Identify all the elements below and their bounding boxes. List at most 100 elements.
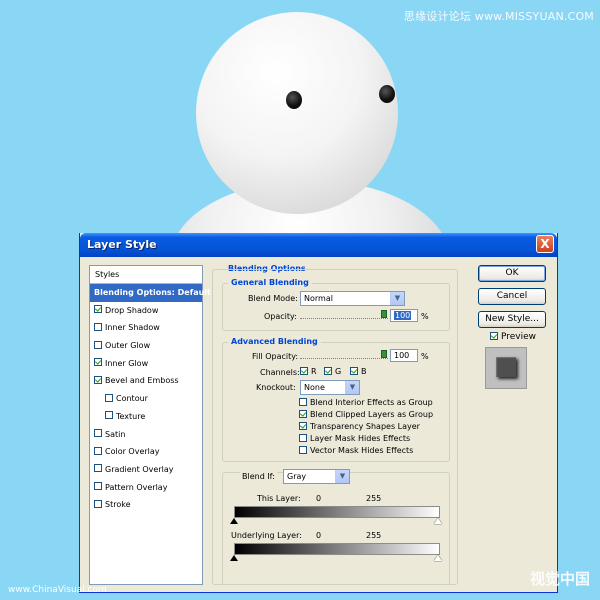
style-item[interactable]: Color Overlay bbox=[90, 443, 202, 461]
dialog-titlebar[interactable]: Layer Style X bbox=[80, 233, 557, 257]
blend-interior-effects-checkbox[interactable]: Blend Interior Effects as Group bbox=[299, 397, 433, 407]
checkbox-icon[interactable] bbox=[94, 305, 102, 314]
ok-button[interactable]: OK bbox=[478, 265, 546, 282]
style-item[interactable]: Drop Shadow bbox=[90, 302, 202, 320]
underlying-layer-gradient bbox=[234, 543, 440, 555]
blend-mode-select[interactable]: Normal ▼ bbox=[300, 291, 405, 306]
style-item-label: Pattern Overlay bbox=[105, 482, 168, 492]
styles-list: Styles Blending Options: Default Drop Sha… bbox=[89, 265, 211, 585]
style-item-label: Outer Glow bbox=[105, 341, 151, 351]
blend-mode-value: Normal bbox=[304, 294, 333, 303]
checkbox-icon bbox=[350, 366, 358, 375]
style-item[interactable]: Stroke bbox=[90, 496, 202, 514]
chevron-down-icon: ▼ bbox=[335, 470, 349, 483]
this-layer-black-handle[interactable] bbox=[230, 518, 238, 524]
blend-mode-label: Blend Mode: bbox=[248, 294, 298, 303]
checkbox-icon[interactable] bbox=[94, 322, 102, 331]
snowman-head bbox=[196, 12, 398, 214]
channel-b-checkbox[interactable]: B bbox=[350, 366, 367, 376]
chevron-down-icon: ▼ bbox=[345, 381, 359, 394]
style-item-label: Color Overlay bbox=[105, 447, 160, 457]
checkbox-icon bbox=[300, 366, 308, 375]
style-item[interactable]: Texture bbox=[90, 408, 202, 426]
style-item-label: Stroke bbox=[105, 500, 131, 510]
style-item[interactable]: Pattern Overlay bbox=[90, 479, 202, 497]
channels-label: Channels: bbox=[260, 368, 300, 377]
checkbox-icon[interactable] bbox=[94, 375, 102, 384]
checkbox-icon[interactable] bbox=[94, 464, 102, 473]
checkbox-icon[interactable] bbox=[94, 358, 102, 367]
checkbox-icon bbox=[324, 366, 332, 375]
dialog-title: Layer Style bbox=[87, 238, 157, 251]
opacity-input[interactable]: 100 bbox=[390, 309, 418, 322]
style-item[interactable]: Gradient Overlay bbox=[90, 461, 202, 479]
checkbox-icon[interactable] bbox=[94, 446, 102, 455]
this-layer-max: 255 bbox=[366, 494, 382, 503]
style-item[interactable]: Blending Options: Default bbox=[90, 284, 211, 302]
checkbox-icon[interactable] bbox=[94, 429, 102, 437]
checkbox-icon[interactable] bbox=[94, 340, 102, 349]
blend-if-value: Gray bbox=[287, 472, 307, 481]
opacity-label: Opacity: bbox=[264, 312, 297, 321]
style-item-label: Bevel and Emboss bbox=[105, 376, 179, 386]
vector-mask-hides-checkbox[interactable]: Vector Mask Hides Effects bbox=[299, 445, 413, 455]
chevron-down-icon: ▼ bbox=[390, 292, 404, 305]
blend-clipped-layers-checkbox[interactable]: Blend Clipped Layers as Group bbox=[299, 409, 433, 419]
style-item-label: Blending Options: Default bbox=[94, 288, 211, 297]
style-item-label: Satin bbox=[105, 429, 126, 439]
checkbox-icon[interactable] bbox=[105, 393, 113, 402]
blend-if-select[interactable]: Gray ▼ bbox=[283, 469, 350, 484]
fill-opacity-input[interactable]: 100 bbox=[390, 349, 418, 362]
opacity-slider[interactable] bbox=[300, 318, 388, 319]
checkbox-icon[interactable] bbox=[105, 411, 113, 420]
style-item-label: Inner Shadow bbox=[105, 323, 160, 333]
underlying-layer-white-handle[interactable] bbox=[434, 555, 442, 561]
styles-header[interactable]: Styles bbox=[90, 266, 202, 284]
underlying-layer-max: 255 bbox=[366, 531, 382, 540]
style-item[interactable]: Inner Shadow bbox=[90, 319, 202, 337]
checkbox-icon bbox=[299, 421, 307, 430]
checkbox-icon[interactable] bbox=[94, 482, 102, 491]
transparency-shapes-checkbox[interactable]: Transparency Shapes Layer bbox=[299, 421, 420, 431]
style-item-label: Texture bbox=[116, 411, 146, 421]
style-item[interactable]: Inner Glow bbox=[90, 355, 202, 373]
opacity-slider-handle[interactable] bbox=[381, 310, 387, 318]
general-blending-heading: General Blending bbox=[228, 278, 312, 287]
knockout-value: None bbox=[304, 383, 325, 392]
fill-opacity-percent: % bbox=[421, 352, 429, 361]
layer-mask-hides-checkbox[interactable]: Layer Mask Hides Effects bbox=[299, 433, 410, 443]
knockout-label: Knockout: bbox=[256, 383, 296, 392]
advanced-blending-heading: Advanced Blending bbox=[228, 337, 321, 346]
close-button[interactable]: X bbox=[536, 235, 554, 253]
knockout-select[interactable]: None ▼ bbox=[300, 380, 360, 395]
this-layer-white-handle[interactable] bbox=[434, 518, 442, 524]
underlying-layer-min: 0 bbox=[316, 531, 322, 540]
underlying-layer-label: Underlying Layer: bbox=[231, 531, 302, 540]
style-item-label: Drop Shadow bbox=[105, 305, 159, 315]
watermark-bottom-left: www.ChinaVisual.com bbox=[8, 585, 107, 595]
snowman-right-eye bbox=[379, 85, 395, 103]
style-item[interactable]: Contour bbox=[90, 390, 202, 408]
checkbox-icon[interactable] bbox=[94, 499, 102, 508]
watermark-bottom-right: 视觉中国 bbox=[529, 570, 590, 588]
new-style-button[interactable]: New Style... bbox=[478, 311, 546, 328]
checkbox-icon bbox=[299, 397, 307, 406]
channel-g-checkbox[interactable]: G bbox=[324, 366, 341, 376]
fill-opacity-slider[interactable] bbox=[300, 358, 388, 359]
checkbox-icon bbox=[490, 331, 498, 340]
style-item[interactable]: Satin bbox=[90, 426, 202, 444]
blending-options-panel: Blending Options General Blending Blend … bbox=[210, 264, 460, 585]
style-item[interactable]: Bevel and Emboss bbox=[90, 372, 202, 390]
preview-checkbox[interactable]: Preview bbox=[490, 331, 536, 342]
channel-r-checkbox[interactable]: R bbox=[300, 366, 317, 376]
this-layer-gradient bbox=[234, 506, 440, 518]
cancel-button[interactable]: Cancel bbox=[478, 288, 546, 305]
underlying-layer-black-handle[interactable] bbox=[230, 555, 238, 561]
watermark-top: 思缘设计论坛 www.MISSYUAN.COM bbox=[403, 10, 594, 23]
preview-square bbox=[496, 357, 516, 377]
blend-if-group bbox=[222, 472, 450, 585]
fill-opacity-slider-handle[interactable] bbox=[381, 350, 387, 358]
style-item[interactable]: Outer Glow bbox=[90, 337, 202, 355]
checkbox-icon bbox=[299, 433, 307, 442]
checkbox-icon bbox=[299, 409, 307, 418]
